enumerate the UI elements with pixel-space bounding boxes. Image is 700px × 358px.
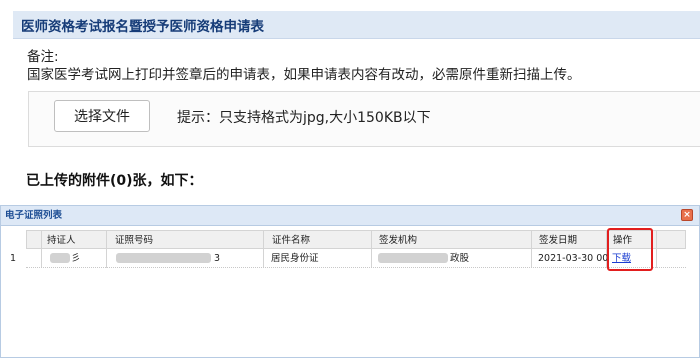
- redacted-cert-no: [116, 253, 211, 263]
- table-row: 彡 3 居民身份证 政股 2021-03-30 00 下载: [26, 249, 686, 268]
- panel-header: 电子证照列表 ×: [1, 206, 699, 226]
- upload-box: 选择文件 提示：只支持格式为jpg,大小150KB以下: [28, 91, 700, 147]
- note-text: 国家医学考试网上打印并签章后的申请表，如果申请表内容有改动，必需原件重新扫描上传…: [27, 67, 581, 83]
- note-section: 备注: 国家医学考试网上打印并签章后的申请表，如果申请表内容有改动，必需原件重新…: [13, 40, 700, 147]
- close-icon[interactable]: ×: [681, 209, 693, 221]
- header-issue-date: 签发日期: [539, 235, 578, 246]
- header-holder: 持证人: [47, 235, 76, 246]
- panel-title: 电子证照列表: [5, 210, 63, 221]
- header-cert-name: 证件名称: [272, 235, 311, 246]
- issuer-suffix: 政股: [450, 253, 470, 264]
- redacted-issuer: [378, 253, 448, 263]
- choose-file-button[interactable]: 选择文件: [54, 100, 150, 132]
- redacted-holder: [50, 253, 70, 263]
- holder-suffix: 彡: [71, 253, 81, 264]
- certificate-list-panel: 电子证照列表 × 1 持证人 证照号码 证件名称 签发机构 签发日期 操作 彡 …: [0, 205, 700, 358]
- highlight-box: [607, 228, 653, 271]
- note-label: 备注:: [27, 49, 59, 65]
- cert-name: 居民身份证: [271, 253, 319, 264]
- cert-no-suffix: 3: [214, 253, 221, 264]
- uploaded-attachments-title: 已上传的附件(0)张，如下：: [26, 173, 203, 189]
- issue-date: 2021-03-30 00: [538, 253, 609, 264]
- header-issuer: 签发机构: [379, 235, 418, 246]
- page-title: 医师资格考试报名暨授予医师资格申请表: [13, 11, 700, 39]
- table-header: 持证人 证照号码 证件名称 签发机构 签发日期 操作: [26, 230, 686, 249]
- row-number: 1: [9, 253, 17, 264]
- upload-hint: 提示：只支持格式为jpg,大小150KB以下: [177, 110, 431, 126]
- header-cert-no: 证照号码: [115, 235, 154, 246]
